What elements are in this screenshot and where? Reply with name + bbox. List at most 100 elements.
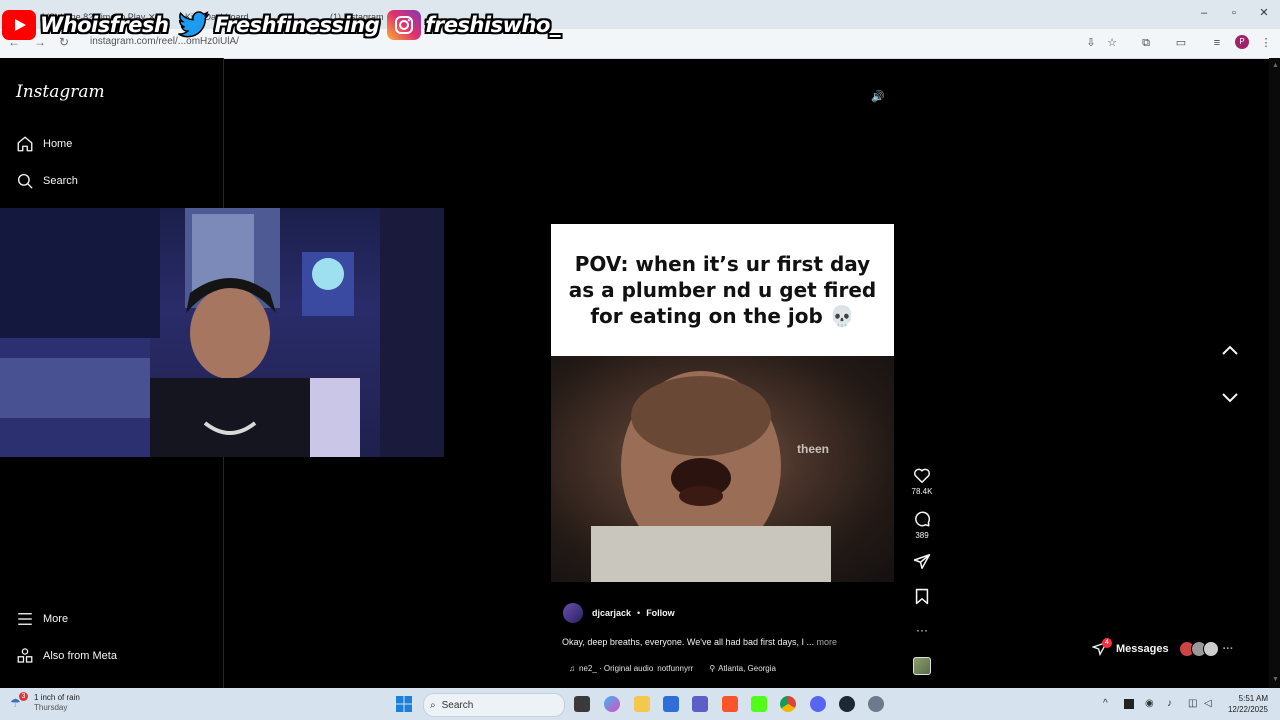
reel-video[interactable]: theen (551, 356, 894, 582)
webcam-feed (0, 208, 444, 457)
location-link[interactable]: Atlanta, Georgia (718, 664, 776, 673)
scroll-down-icon[interactable]: ▼ (1272, 676, 1279, 683)
extensions-icon[interactable]: ⧉ (1138, 35, 1154, 51)
search-icon (17, 173, 33, 189)
sidebar-item-also-from-meta[interactable]: Also from Meta (16, 647, 117, 665)
follow-button[interactable]: Follow (646, 608, 675, 618)
send-icon (913, 554, 931, 569)
teams-icon[interactable] (692, 696, 708, 712)
instagram-icon (387, 10, 422, 40)
description-text: Okay, deep breaths, everyone. We've all … (562, 637, 815, 647)
share-button[interactable] (908, 553, 936, 570)
audio-link[interactable]: ne2_ · Original audio (579, 664, 653, 673)
separator-dot: • (637, 608, 641, 618)
wifi-icon[interactable]: ◫ (1188, 698, 1197, 709)
like-count: 78.4K (911, 487, 933, 496)
author-username[interactable]: djcarjack (592, 608, 631, 618)
close-window-icon[interactable]: ✕ (1254, 4, 1274, 22)
chevron-up-icon[interactable] (1220, 343, 1240, 357)
avatar (1202, 641, 1219, 657)
sidebar-item-search[interactable]: Search (16, 172, 78, 190)
cast-icon[interactable]: ▭ (1173, 35, 1189, 51)
tagged-user[interactable]: notfunnyrr (657, 664, 693, 673)
reel-top-area (551, 80, 894, 224)
steam-icon[interactable] (839, 696, 855, 712)
comment-button[interactable]: 389 (908, 510, 936, 540)
file-explorer-icon[interactable] (634, 696, 650, 712)
bookmark-star-icon[interactable]: ☆ (1104, 35, 1120, 51)
microphone-icon[interactable]: ♪ (1167, 698, 1172, 709)
location-pin-icon: ⚲ (709, 664, 716, 673)
scroll-up-icon[interactable]: ▲ (1272, 62, 1279, 69)
page-scrollbar[interactable]: ▲ ▼ (1269, 58, 1280, 688)
task-view-icon[interactable] (574, 696, 590, 712)
menu-icon (18, 613, 32, 625)
settings-icon[interactable] (868, 696, 884, 712)
clock-date: 12/22/2025 (1227, 705, 1268, 714)
reel-footer: djcarjack • Follow Okay, deep breaths, e… (551, 582, 894, 688)
meta-apps-icon (17, 648, 33, 663)
reel-player[interactable]: 🔊 POV: when it’s ur first day as a plumb… (551, 80, 894, 688)
video-overlay-text: theen (797, 442, 830, 456)
instagram-handle: freshiswho_ (425, 13, 560, 37)
taskbar-search-label: Search (441, 699, 474, 711)
youtube-handle: Whoisfresh (40, 13, 169, 37)
more-options-icon[interactable]: ··· (908, 623, 936, 637)
reel-meta: ♫ ne2_ · Original audio notfunnyrr ⚲ Atl… (569, 664, 776, 673)
search-icon: ⌕ (430, 699, 436, 711)
store-icon[interactable] (663, 696, 679, 712)
taskbar-clock[interactable]: 5:51 AM 12/22/2025 (1222, 693, 1268, 715)
instagram-logo[interactable]: Instagram (16, 82, 105, 102)
messages-badge: 4 (1102, 638, 1112, 648)
messages-label: Messages (1116, 643, 1169, 655)
kick-icon[interactable] (751, 696, 767, 712)
brave-icon[interactable] (722, 696, 738, 712)
tray-overflow-icon[interactable]: ^ (1103, 698, 1108, 709)
twitter-icon (176, 10, 210, 40)
weather-badge: 3 (19, 692, 28, 701)
reel-caption-text: POV: when it’s ur first day as a plumber… (568, 252, 877, 328)
minimize-icon[interactable]: – (1194, 4, 1214, 22)
install-app-icon[interactable]: ⇩ (1083, 35, 1099, 51)
author-avatar[interactable] (563, 603, 583, 623)
sidebar-item-label: More (43, 613, 69, 625)
copilot-icon[interactable] (604, 696, 620, 712)
home-icon (17, 136, 33, 152)
sidebar-item-label: Search (43, 175, 78, 187)
weather-widget[interactable]: 1 inch of rain Thursday (34, 693, 80, 713)
twitter-handle: Freshfinessing (214, 13, 380, 37)
windows-start-icon[interactable] (396, 696, 412, 712)
reel-caption-card: POV: when it’s ur first day as a plumber… (551, 224, 894, 356)
like-button[interactable]: 78.4K (908, 467, 936, 496)
sidebar-item-label: Also from Meta (43, 650, 117, 662)
restore-icon[interactable]: ▫ (1224, 4, 1244, 22)
chrome-icon[interactable] (780, 696, 796, 712)
reel-author: djcarjack • Follow (563, 603, 675, 623)
discord-icon[interactable] (810, 696, 826, 712)
kebab-menu-icon[interactable]: ⋮ (1258, 35, 1274, 51)
volume-icon[interactable]: 🔊 (869, 88, 887, 106)
youtube-icon (2, 10, 36, 40)
speaker-icon[interactable]: ◁ (1204, 698, 1212, 709)
tray-network-app-icon[interactable]: ◉ (1145, 698, 1154, 709)
messages-button[interactable]: Messages ··· (1092, 638, 1234, 660)
heart-icon (914, 468, 930, 483)
audio-thumbnail[interactable] (908, 657, 936, 675)
webcam-overlay (0, 208, 444, 457)
media-icon[interactable]: ≡ (1209, 35, 1225, 51)
windows-taskbar: ☂ 3 1 inch of rain Thursday ⌕ Search ^ ◉… (0, 688, 1280, 720)
tray-app-icon[interactable] (1124, 699, 1134, 709)
ellipsis-icon: ··· (1222, 643, 1234, 655)
bookmark-icon (915, 588, 929, 605)
sidebar-item-more[interactable]: More (16, 610, 68, 628)
stream-banner: Whoisfresh Freshfinessing freshiswho_ (2, 6, 568, 44)
save-button[interactable] (908, 588, 936, 605)
more-link[interactable]: more (817, 637, 838, 647)
chevron-down-icon[interactable] (1220, 390, 1240, 404)
reel-video-frame (591, 371, 831, 582)
profile-avatar[interactable]: P (1235, 35, 1249, 49)
taskbar-search[interactable]: ⌕ Search (423, 693, 565, 717)
reel-description: Okay, deep breaths, everyone. We've all … (562, 637, 837, 647)
sidebar-item-home[interactable]: Home (16, 135, 72, 153)
audio-thumbnail-image (913, 657, 931, 675)
